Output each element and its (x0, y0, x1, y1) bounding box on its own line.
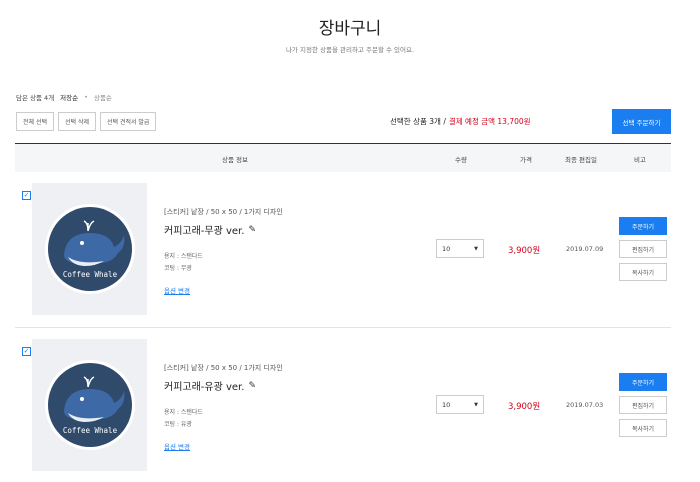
page-subtitle: 나가 지정한 상품을 관리하고 주문할 수 있어요. (285, 46, 415, 54)
item-price: 3,900원 (508, 402, 541, 412)
table-header: 상품 정보 수량 가격 최종 편집일 비고 (15, 143, 671, 172)
copy-button[interactable]: 복사하기 (619, 419, 667, 437)
option-change-link[interactable]: 옵션 변경 (164, 441, 190, 451)
caret-down-icon: ▼ (474, 401, 478, 408)
item-edited-date: 2019.07.09 (566, 245, 604, 253)
option-paper: 용지 : 스탠다드 (164, 409, 203, 416)
quantity-value: 10 (442, 244, 451, 253)
product-category: [스티커] 낱장 / 50 x 50 / 1가지 디자인 (164, 208, 283, 216)
page-title: 장바구니 (318, 19, 382, 39)
order-selected-button[interactable]: 선택 주문하기 (612, 109, 671, 134)
select-all-button[interactable]: 전체 선택 (16, 112, 54, 131)
copy-button[interactable]: 복사하기 (619, 263, 667, 281)
pencil-icon[interactable]: ✎ (248, 225, 256, 235)
product-name: 커피고래-무광 ver. ✎ (164, 222, 256, 238)
caret-down-icon: ▼ (474, 245, 478, 252)
header-quantity: 수량 (455, 156, 467, 164)
quantity-select[interactable]: 10 ▼ (436, 239, 484, 258)
edit-button[interactable]: 편집하기 (619, 240, 667, 258)
option-paper: 용지 : 스탠다드 (164, 253, 203, 260)
coffee-whale-logo: Coffee Whale (44, 360, 135, 450)
selected-count: 선택한 상품 3개 / (390, 117, 446, 126)
sort-by-saved[interactable]: 저장순 (60, 92, 78, 102)
coffee-whale-logo: Coffee Whale (44, 204, 135, 294)
option-coating: 코팅 : 유광 (164, 421, 192, 428)
quantity-select[interactable]: 10 ▼ (436, 395, 484, 414)
product-thumbnail[interactable]: Coffee Whale (32, 183, 147, 315)
sort-separator: • (84, 93, 88, 101)
pencil-icon[interactable]: ✎ (248, 381, 256, 391)
header-note: 비고 (634, 156, 646, 164)
cart-count: 담은 상품 4개 (16, 94, 55, 102)
order-button[interactable]: 주문하기 (619, 373, 667, 391)
product-name: 커피고래-유광 ver. ✎ (164, 378, 256, 394)
item-price: 3,900원 (508, 246, 541, 256)
cart-meta: 담은 상품 4개 저장순 • 상품순 (16, 92, 112, 102)
order-button[interactable]: 주문하기 (619, 217, 667, 235)
logo-text: Coffee Whale (62, 270, 117, 279)
header-price: 가격 (520, 156, 532, 164)
logo-text: Coffee Whale (62, 426, 117, 435)
payment-amount: 결제 예정 금액 13,700원 (448, 117, 531, 126)
order-summary: 선택한 상품 3개 / 결제 예정 금액 13,700원 (390, 116, 531, 127)
row-checkbox[interactable]: ✓ (22, 347, 31, 356)
header-edited-date: 최종 편집일 (565, 156, 597, 164)
cart-actions: 전체 선택 선택 삭제 선택 견적서 발급 (16, 112, 157, 131)
table-row: ✓ Coffee Whale [스티커] 낱장 / 50 x 50 / 1가지 … (15, 339, 671, 479)
quantity-value: 10 (442, 400, 451, 409)
product-name-text: 커피고래-유광 ver. (164, 382, 245, 393)
estimate-selected-button[interactable]: 선택 견적서 발급 (100, 112, 157, 131)
product-thumbnail[interactable]: Coffee Whale (32, 339, 147, 471)
item-edited-date: 2019.07.03 (566, 401, 604, 409)
table-row: ✓ Coffee Whale [스티커] 낱장 / 50 x 50 / 1가지 … (15, 183, 671, 323)
product-category: [스티커] 낱장 / 50 x 50 / 1가지 디자인 (164, 364, 283, 372)
delete-selected-button[interactable]: 선택 삭제 (58, 112, 96, 131)
row-divider (15, 327, 671, 328)
option-coating: 코팅 : 무광 (164, 265, 192, 272)
row-checkbox[interactable]: ✓ (22, 191, 31, 200)
header-product-info: 상품 정보 (222, 156, 248, 164)
sort-by-product[interactable]: 상품순 (94, 92, 112, 102)
product-name-text: 커피고래-무광 ver. (164, 226, 245, 237)
option-change-link[interactable]: 옵션 변경 (164, 285, 190, 295)
edit-button[interactable]: 편집하기 (619, 396, 667, 414)
